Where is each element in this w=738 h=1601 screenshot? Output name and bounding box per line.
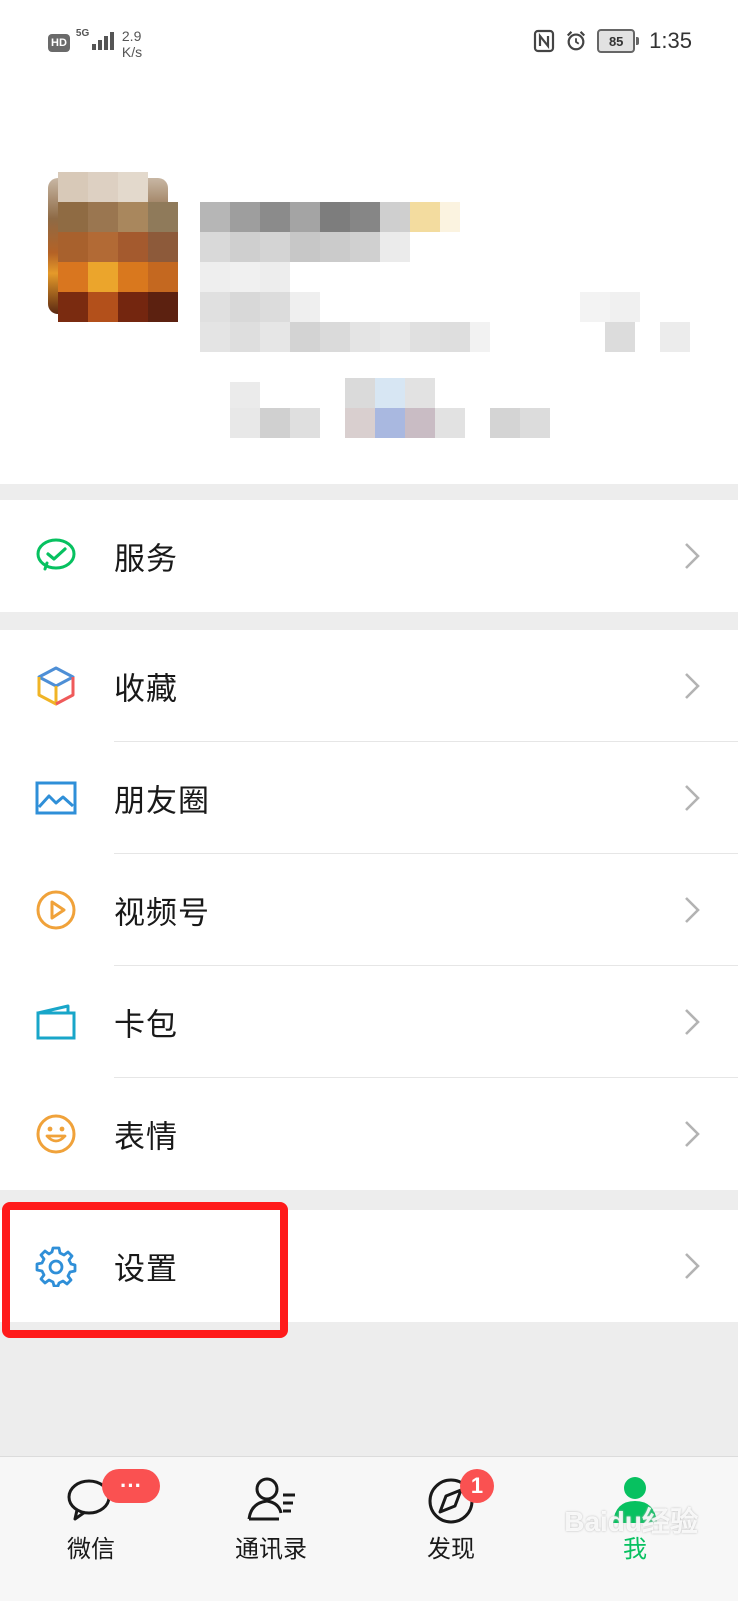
- moments-image-icon: [34, 776, 78, 820]
- menu-label-channels: 视频号: [114, 895, 210, 932]
- hd-badge: HD: [48, 34, 70, 52]
- menu-label-moments: 朋友圈: [114, 783, 210, 820]
- net-speed-value: 2.9: [121, 28, 142, 44]
- menu-item-favorites[interactable]: 收藏: [0, 630, 738, 742]
- profile-header[interactable]: [0, 86, 738, 484]
- section-features: 收藏 朋友圈 视频号 卡包 表情: [0, 630, 738, 1190]
- menu-item-cards[interactable]: 卡包: [0, 966, 738, 1078]
- menu-item-stickers[interactable]: 表情: [0, 1078, 738, 1190]
- clock: 1:35: [649, 28, 692, 53]
- menu-label-stickers: 表情: [114, 1119, 178, 1156]
- watermark: Baidu经验: [564, 1506, 698, 1537]
- signal-icon: 5G: [75, 28, 114, 54]
- status-bar-right: 85 1:35: [533, 28, 692, 54]
- status-bar-left: HD 5G 2.9 K/s: [48, 28, 142, 60]
- contacts-icon: [247, 1477, 295, 1521]
- battery-level: 85: [597, 29, 636, 53]
- discover-badge: 1: [460, 1469, 494, 1503]
- net-speed-unit: K/s: [121, 44, 143, 60]
- channels-play-icon: [34, 888, 78, 932]
- alarm-icon: [567, 31, 586, 51]
- tab-label-contacts: 通讯录: [235, 1535, 307, 1563]
- highlight-annotation-box: [2, 1202, 288, 1338]
- favorites-cube-icon: [34, 664, 78, 708]
- chats-badge: ···: [102, 1469, 160, 1503]
- chevron-right-icon: [685, 785, 700, 811]
- chevron-right-icon: [685, 1009, 700, 1035]
- tab-label-discover: 发现: [427, 1535, 475, 1563]
- tab-label-chats: 微信: [67, 1535, 115, 1563]
- chevron-right-icon: [685, 1253, 700, 1279]
- battery-indicator: 85: [597, 29, 640, 53]
- menu-item-moments[interactable]: 朋友圈: [0, 742, 738, 854]
- chevron-right-icon: [685, 543, 700, 569]
- profile-name-mosaic: [30, 172, 178, 406]
- menu-item-channels[interactable]: 视频号: [0, 854, 738, 966]
- smiley-icon: [34, 1112, 78, 1156]
- menu-label-cards: 卡包: [114, 1007, 178, 1044]
- profile-id-mosaic: [200, 202, 700, 462]
- section-service: 服务: [0, 500, 738, 612]
- status-bar: HD 5G 2.9 K/s 85 1:35: [0, 0, 738, 86]
- network-type: 5G: [75, 28, 90, 39]
- tab-contacts[interactable]: 通讯录: [196, 1457, 346, 1601]
- menu-item-service[interactable]: 服务: [0, 500, 738, 612]
- chevron-right-icon: [685, 673, 700, 699]
- tab-chats[interactable]: ··· 微信: [16, 1457, 166, 1601]
- chevron-right-icon: [685, 897, 700, 923]
- menu-label-service: 服务: [114, 541, 178, 578]
- chevron-right-icon: [685, 1121, 700, 1147]
- tab-discover[interactable]: 1 发现: [376, 1457, 526, 1601]
- service-icon: [34, 534, 78, 578]
- menu-label-favorites: 收藏: [114, 671, 178, 708]
- wallet-card-icon: [34, 1000, 78, 1044]
- net-speed: 2.9 K/s: [122, 28, 142, 60]
- nfc-icon: [534, 29, 555, 53]
